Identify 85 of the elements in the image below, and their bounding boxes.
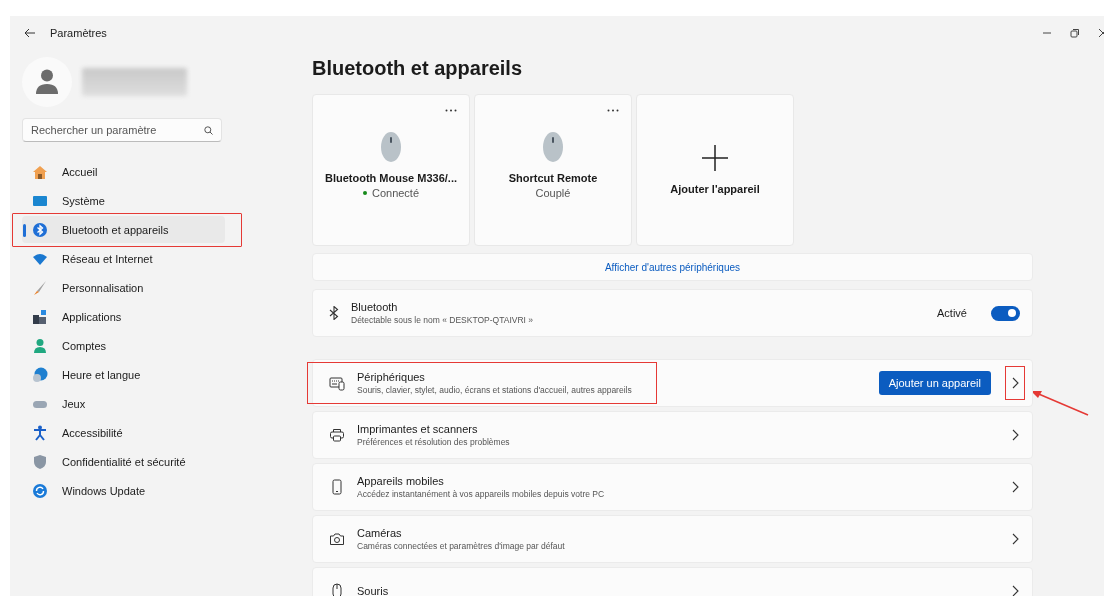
mouse-icon [329, 583, 345, 596]
more-options-icon[interactable] [445, 109, 457, 112]
nav-item[interactable]: Bluetooth et appareils [22, 216, 225, 243]
nav-label: Confidentialité et sécurité [62, 455, 186, 468]
printer-icon [329, 427, 345, 443]
device-card[interactable]: Bluetooth Mouse M336/... Connecté [312, 94, 470, 246]
row-subtitle: Accédez instantanément à vos appareils mobiles depuis votre PC [357, 489, 606, 499]
back-arrow-icon[interactable] [24, 28, 36, 38]
row-subtitle: Préférences et résolution des problèmes [357, 437, 511, 447]
camera-icon [329, 531, 345, 547]
person-icon [32, 337, 48, 354]
bluetooth-icon [32, 221, 48, 238]
chevron-right-icon[interactable] [1011, 429, 1019, 441]
device-name: Shortcut Remote [508, 172, 598, 184]
row-title: Imprimantes et scanners [357, 423, 479, 435]
nav-item[interactable]: Heure et langue [22, 361, 225, 388]
plus-icon [702, 145, 728, 171]
mouse-icon [381, 132, 401, 162]
globe-clock-icon [32, 366, 48, 383]
nav-item[interactable]: Confidentialité et sécurité [22, 448, 225, 475]
row-title: Appareils mobiles [357, 475, 445, 487]
nav-label: Personnalisation [62, 281, 144, 294]
nav-item[interactable]: Jeux [22, 390, 225, 417]
nav-label: Jeux [62, 397, 86, 410]
nav-item[interactable]: Réseau et Internet [22, 245, 225, 272]
row-title: Périphériques [357, 371, 426, 383]
nav-item[interactable]: Personnalisation [22, 274, 225, 301]
nav-label: Accessibilité [62, 426, 123, 439]
home-icon [32, 163, 48, 180]
keyboard-icon [329, 375, 345, 391]
device-status: Connecté [371, 187, 420, 199]
page-title: Bluetooth et appareils [312, 56, 524, 80]
shield-icon [32, 453, 48, 470]
phone-icon [329, 479, 345, 495]
add-device-button[interactable]: Ajouter un appareil [878, 371, 991, 395]
nav-label: Réseau et Internet [62, 252, 153, 265]
search-icon [204, 126, 213, 135]
row-subtitle: Caméras connectées et paramètres d'image par défaut [357, 541, 566, 551]
nav-item[interactable]: Comptes [22, 332, 225, 359]
nav-label: Bluetooth et appareils [62, 223, 169, 236]
nav-item[interactable]: Accessibilité [22, 419, 225, 446]
row-title: Caméras [357, 527, 403, 539]
nav-item[interactable]: Windows Update [22, 477, 225, 504]
nav-label: Applications [62, 310, 122, 323]
row-title: Souris [357, 585, 390, 596]
chevron-right-icon[interactable] [1011, 585, 1019, 596]
chevron-right-icon[interactable] [1011, 533, 1019, 545]
setting-row[interactable]: Périphériques Souris, clavier, stylet, audio, écrans et stations d'accueil, autres appareils Ajouter un appareil [312, 359, 1033, 407]
row-title: Bluetooth [351, 301, 399, 313]
nav-item[interactable]: Accueil [22, 158, 225, 185]
setting-row[interactable]: Appareils mobiles Accédez instantanément à vos appareils mobiles depuis votre PC [312, 463, 1033, 511]
nav-item[interactable]: Système [22, 187, 225, 214]
setting-row[interactable]: Caméras Caméras connectées et paramètres d'image par défaut [312, 515, 1033, 563]
nav-item[interactable]: Applications [22, 303, 225, 330]
device-name: Bluetooth Mouse M336/... [325, 172, 457, 184]
restore-icon[interactable] [1070, 28, 1080, 38]
person-silhouette-icon [36, 69, 58, 95]
nav-label: Système [62, 194, 105, 207]
bluetooth-icon [329, 306, 339, 320]
chevron-right-icon[interactable] [1011, 481, 1019, 493]
more-options-icon[interactable] [607, 109, 619, 112]
row-subtitle: Détectable sous le nom « DESKTOP-QTAIVRI » [351, 315, 535, 325]
sync-icon [32, 482, 48, 499]
search-field[interactable]: Rechercher un paramètre [22, 118, 222, 142]
nav-label: Accueil [62, 165, 98, 178]
accessibility-icon [32, 424, 48, 441]
bluetooth-setting-row[interactable]: Bluetooth Détectable sous le nom « DESKTOP-QTAIVRI » Activé [312, 289, 1033, 337]
device-card[interactable]: Shortcut Remote Couplé [474, 94, 632, 246]
more-devices-link[interactable]: Afficher d'autres périphériques [604, 261, 741, 273]
apps-icon [32, 308, 48, 325]
add-device-card[interactable]: Ajouter l'appareil [636, 94, 794, 246]
row-subtitle: Souris, clavier, stylet, audio, écrans et stations d'accueil, autres appareils [357, 385, 633, 395]
selection-indicator [23, 224, 26, 237]
toggle-switch[interactable] [991, 305, 1020, 321]
annotation-arrow [1030, 389, 1090, 417]
setting-row[interactable]: Imprimantes et scanners Préférences et résolution des problèmes [312, 411, 1033, 459]
nav-label: Heure et langue [62, 368, 141, 381]
setting-row[interactable]: Souris [312, 567, 1033, 596]
window-title: Paramètres [50, 27, 107, 39]
device-status: Couplé [535, 187, 571, 199]
chevron-right-icon[interactable] [1011, 377, 1019, 389]
nav-label: Comptes [62, 339, 107, 352]
mouse-icon [543, 132, 563, 162]
nav-label: Windows Update [62, 484, 146, 497]
toggle-state-label: Activé [937, 307, 967, 319]
